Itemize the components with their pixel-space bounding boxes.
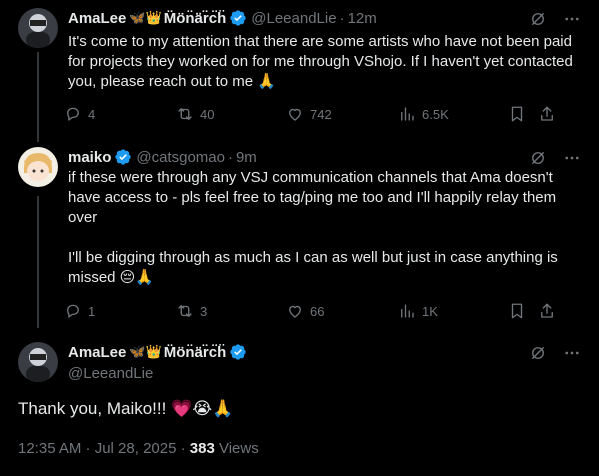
tweet-header: AmaLee 🦋👑 M̈ö̈n̈ä̈r̈c̈ḧ @LeeandLie · 12m — [68, 8, 377, 28]
separator: · — [227, 148, 233, 166]
avatar-amalee[interactable] — [18, 8, 58, 48]
name-emoji: 🦋👑 — [129, 344, 162, 359]
main-tweet-text: Thank you, Maiko!!! 💗😭🙏 — [18, 399, 234, 418]
bookmark-button[interactable] — [508, 105, 538, 123]
tweet-text-p1: if these were through any VSJ communicat… — [68, 169, 557, 226]
views-count: 6.5K — [422, 106, 449, 122]
like-count: 66 — [310, 303, 325, 319]
views-button[interactable]: 1K — [398, 302, 508, 320]
repost-icon — [178, 108, 192, 120]
repost-button[interactable]: 40 — [176, 105, 286, 123]
bookmark-icon — [511, 106, 523, 122]
like-icon — [289, 108, 301, 121]
views-label: Views — [214, 440, 259, 457]
thread-line — [37, 52, 39, 142]
reply-count: 1 — [88, 303, 96, 319]
views-button[interactable]: 6.5K — [398, 105, 508, 123]
repost-button[interactable]: 3 — [176, 302, 286, 320]
verified-icon — [229, 343, 247, 361]
separator: · — [339, 9, 345, 27]
verified-icon — [114, 148, 132, 166]
grok-icon[interactable] — [529, 10, 547, 32]
share-icon — [541, 303, 553, 318]
bookmark-icon — [511, 303, 523, 319]
repost-icon — [178, 305, 192, 317]
more-icon[interactable] — [563, 10, 581, 32]
reply-count: 4 — [88, 106, 96, 122]
verified-icon — [229, 9, 247, 27]
like-button[interactable]: 66 — [286, 302, 398, 320]
reply-icon — [67, 304, 79, 318]
tweet-header: maiko @catsgomao · 9m — [68, 147, 257, 167]
repost-count: 3 — [200, 303, 208, 319]
grok-icon[interactable] — [529, 344, 547, 366]
like-icon — [289, 305, 301, 318]
timestamp[interactable]: 9m — [236, 149, 257, 166]
bookmark-button[interactable] — [508, 302, 538, 320]
avatar-maiko[interactable] — [18, 147, 58, 187]
views-icon — [401, 304, 414, 318]
like-button[interactable]: 742 — [286, 105, 398, 123]
views-icon — [401, 107, 414, 121]
tweet-text: It's come to my attention that there are… — [68, 33, 573, 90]
views-count: 1K — [422, 303, 438, 319]
display-name[interactable]: AmaLee — [68, 10, 126, 27]
name-emoji: 🦋👑 — [129, 10, 162, 25]
handle[interactable]: @catsgomao — [136, 149, 225, 166]
display-name[interactable]: AmaLee — [68, 344, 126, 361]
main-handle-row: @LeeandLie — [68, 363, 153, 383]
main-header: AmaLee 🦋👑 M̈ö̈n̈ä̈r̈c̈ḧ — [68, 342, 247, 362]
repost-count: 40 — [200, 106, 215, 122]
share-button[interactable] — [538, 302, 562, 320]
share-icon — [541, 106, 553, 121]
timestamp[interactable]: 12m — [348, 10, 377, 27]
main-timestamp[interactable]: 12:35 AM · Jul 28, 2025 · — [18, 440, 190, 457]
display-name-suffix: M̈ö̈n̈ä̈r̈c̈ḧ — [163, 9, 227, 27]
share-button[interactable] — [538, 105, 562, 123]
display-name-suffix: M̈ö̈n̈ä̈r̈c̈ḧ — [163, 343, 227, 361]
tweet-text-p2: I'll be digging through as much as I can… — [68, 249, 558, 286]
thread-line — [37, 196, 39, 328]
action-bar: 4 40 742 6.5K — [64, 104, 584, 124]
handle[interactable]: @LeeandLie — [68, 365, 153, 382]
tweet-meta: 12:35 AM · Jul 28, 2025 · 383 Views — [18, 440, 259, 457]
more-icon[interactable] — [563, 344, 581, 366]
main-tweet: AmaLee 🦋👑 M̈ö̈n̈ä̈r̈c̈ḧ @LeeandLie Thank… — [0, 336, 599, 476]
reply-button[interactable]: 1 — [64, 302, 176, 320]
action-bar: 1 3 66 1K — [64, 301, 584, 321]
reply-button[interactable]: 4 — [64, 105, 176, 123]
avatar-amalee[interactable] — [18, 342, 58, 382]
reply-icon — [67, 107, 79, 121]
view-count: 383 — [189, 440, 215, 457]
display-name[interactable]: maiko — [68, 149, 111, 166]
like-count: 742 — [310, 106, 332, 122]
handle[interactable]: @LeeandLie — [251, 10, 336, 27]
